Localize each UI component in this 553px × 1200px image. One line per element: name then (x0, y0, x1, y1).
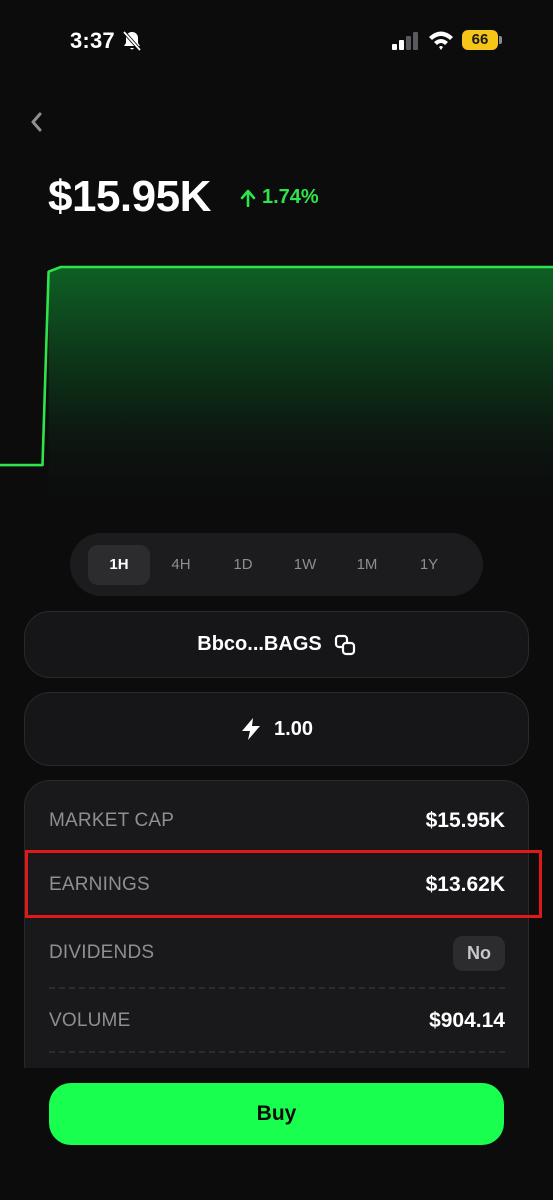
tab-1y[interactable]: 1Y (398, 545, 460, 585)
bell-slash-icon (122, 30, 142, 52)
price-change-value: 1.74% (262, 186, 319, 208)
dividends-label: DIVIDENDS (49, 942, 155, 963)
contract-address: Bbco...BAGS (197, 633, 322, 655)
stat-row-market-cap: MARKET CAP $15.95K (49, 805, 505, 837)
chevron-left-icon (31, 112, 42, 132)
lightning-icon (242, 718, 261, 740)
tab-1h[interactable]: 1H (88, 544, 150, 585)
market-cap-label: MARKET CAP (49, 810, 175, 831)
tab-4h[interactable]: 4H (150, 545, 212, 585)
chart-area-fill (48, 267, 553, 515)
stat-row-dividends: DIVIDENDS No (49, 933, 505, 973)
divider (49, 987, 505, 989)
battery-indicator: 66 (462, 30, 502, 50)
market-cap-value: $15.95K (425, 809, 505, 832)
battery-level: 66 (462, 30, 498, 50)
stats-card: MARKET CAP $15.95K EARNINGS $13.62K DIVI… (24, 780, 529, 1090)
price-change: 1.74% (240, 186, 319, 209)
volume-label: VOLUME (49, 1010, 131, 1031)
multiplier-button[interactable]: 1.00 (24, 692, 529, 766)
stat-row-volume: VOLUME $904.14 (49, 1005, 505, 1037)
tab-1w[interactable]: 1W (274, 545, 336, 585)
wifi-icon (429, 31, 453, 50)
buy-button[interactable]: Buy (49, 1083, 504, 1145)
stat-row-earnings: EARNINGS $13.62K (49, 869, 505, 901)
multiplier-value: 1.00 (274, 717, 313, 740)
battery-tip (499, 36, 502, 44)
earnings-value: $13.62K (425, 873, 505, 896)
earnings-label: EARNINGS (49, 874, 150, 895)
divider (49, 1051, 505, 1053)
tab-1m[interactable]: 1M (336, 545, 398, 585)
timeframe-selector: 1H 4H 1D 1W 1M 1Y (70, 533, 483, 596)
arrow-up-icon (240, 189, 256, 207)
status-bar: 3:37 66 (0, 0, 553, 80)
status-time: 3:37 (70, 28, 115, 53)
price-chart[interactable] (0, 255, 553, 515)
dividends-badge: No (453, 935, 505, 971)
back-button[interactable] (22, 106, 50, 138)
copy-icon[interactable] (334, 634, 356, 656)
token-price: $15.95K (48, 172, 211, 221)
volume-value: $904.14 (429, 1009, 505, 1032)
cellular-signal-icon (392, 32, 418, 50)
tab-1d[interactable]: 1D (212, 545, 274, 585)
contract-address-button[interactable]: Bbco...BAGS (24, 611, 529, 678)
